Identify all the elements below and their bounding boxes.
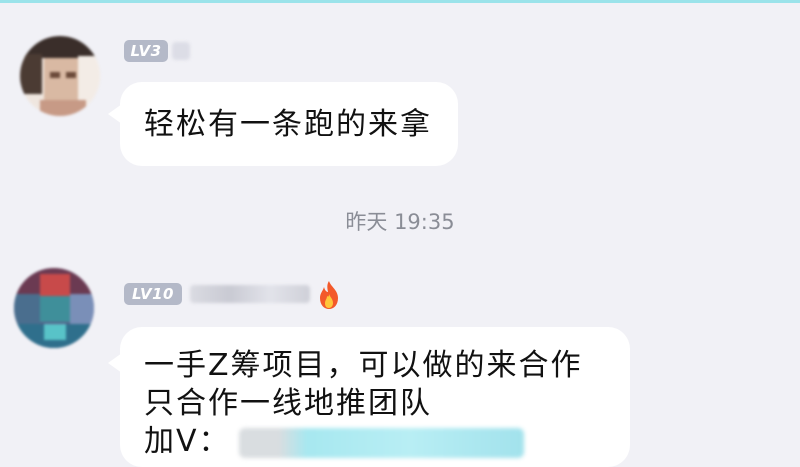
- message-text: 轻松有一条跑的来拿: [144, 107, 432, 142]
- sender-name[interactable]: [190, 285, 310, 303]
- message-bubble[interactable]: 一手Z筹项目，可以做的来合作 只合作一线地推团队 加V：: [108, 327, 630, 467]
- user-level-badge: LV10: [124, 283, 182, 305]
- top-divider: [0, 0, 800, 3]
- message-text-line: 一手Z筹项目，可以做的来合作: [144, 348, 583, 383]
- redacted-contact: [238, 427, 524, 458]
- sender-name[interactable]: [172, 42, 190, 60]
- timestamp: 昨天 19:35: [345, 210, 455, 234]
- message-text-line: 加V：: [144, 423, 630, 461]
- message-text-line: 只合作一线地推团队: [144, 386, 432, 421]
- message-bubble[interactable]: 轻松有一条跑的来拿: [108, 82, 458, 166]
- avatar[interactable]: [14, 268, 94, 348]
- fire-icon: [320, 281, 338, 309]
- user-level-badge: LV3: [124, 40, 168, 62]
- avatar[interactable]: [20, 36, 100, 116]
- contact-prefix: 加V：: [144, 424, 231, 459]
